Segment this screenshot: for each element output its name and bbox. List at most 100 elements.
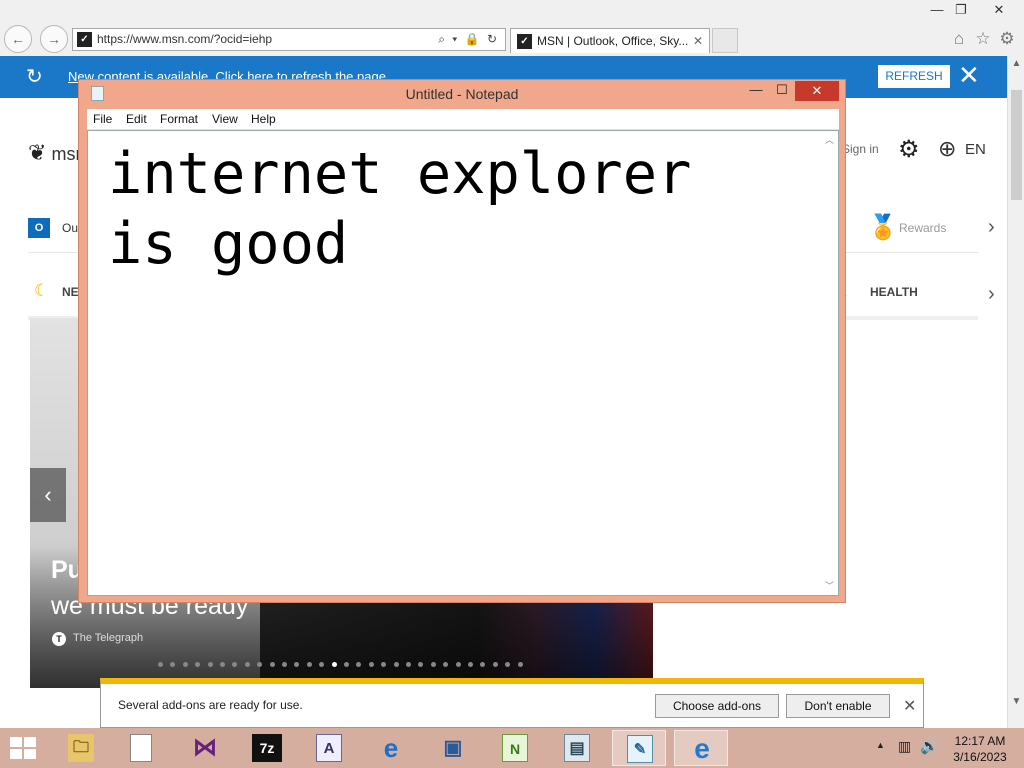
taskbar-7zip[interactable]: 7z xyxy=(240,730,294,766)
carousel-dot[interactable] xyxy=(331,662,337,667)
visual-studio-icon: ⋈ xyxy=(193,734,217,761)
telegraph-logo-icon: T xyxy=(52,632,66,646)
tray-show-hidden-icon[interactable]: ▲ xyxy=(876,740,885,750)
taskbar-visual-studio[interactable]: ⋈ xyxy=(178,730,232,766)
notepad-content[interactable]: internet explorer is good xyxy=(108,139,691,279)
taskbar-blank-document[interactable] xyxy=(116,730,170,766)
notification-close-icon[interactable]: ✕ xyxy=(903,696,916,716)
forward-arrow-icon[interactable]: → xyxy=(40,25,68,53)
menu-view[interactable]: View xyxy=(212,112,238,126)
menu-file[interactable]: File xyxy=(93,112,112,126)
notepad-maximize-button[interactable]: ☐ xyxy=(769,81,795,101)
notepad-window[interactable]: Untitled - Notepad — ☐ ✕ File Edit Forma… xyxy=(78,79,846,603)
notepad-close-button[interactable]: ✕ xyxy=(795,81,839,101)
msn-favicon-icon: ✓ xyxy=(77,32,92,47)
rewards-medal-icon[interactable]: 🏅 xyxy=(868,213,898,242)
blank-document-icon xyxy=(130,734,152,762)
taskbar-ie-update[interactable]: e xyxy=(364,730,418,766)
carousel-dot[interactable] xyxy=(455,662,461,667)
msn-favicon-icon: ✓ xyxy=(517,34,532,49)
home-icon[interactable]: ⌂ xyxy=(948,28,970,50)
refresh-button[interactable]: REFRESH xyxy=(878,65,950,88)
carousel-dot[interactable] xyxy=(492,662,498,667)
carousel-dot[interactable] xyxy=(220,662,225,667)
taskbar: 🗀 ⋈ 7z A e ▣ N ▤ ✎ e ▲ ▥ 🔊 12:17 AM 3/16… xyxy=(0,728,1024,768)
clock-date[interactable]: 3/16/2023 xyxy=(944,750,1016,764)
tools-gear-icon[interactable]: ⚙ xyxy=(996,28,1018,50)
back-arrow-icon[interactable]: ← xyxy=(4,25,32,53)
choose-addons-button[interactable]: Choose add-ons xyxy=(655,694,779,718)
category-news[interactable]: NE xyxy=(62,285,79,299)
windows-start-icon[interactable] xyxy=(10,737,36,759)
notepad-minimize-button[interactable]: — xyxy=(743,81,769,101)
scrollbar-thumb[interactable] xyxy=(1011,90,1022,200)
tab-msn[interactable]: ✓ MSN | Outlook, Office, Sky... ✕ xyxy=(510,28,710,53)
menu-help[interactable]: Help xyxy=(251,112,276,126)
address-url[interactable]: https://www.msn.com/?ocid=iehp xyxy=(97,32,272,46)
taskbar-notepad[interactable]: ✎ xyxy=(612,730,666,766)
notepad-plus-plus-icon: N xyxy=(502,734,528,762)
notepad-scroll-down-icon[interactable]: ﹀ xyxy=(821,579,838,592)
carousel-dot[interactable] xyxy=(430,662,436,667)
apps-next-chevron-icon[interactable]: › xyxy=(988,216,995,239)
carousel-dot[interactable] xyxy=(244,662,250,667)
scroll-down-icon[interactable]: ▼ xyxy=(1008,696,1024,707)
taskbar-file-explorer[interactable]: 🗀 xyxy=(54,730,108,766)
volume-icon[interactable]: 🔊 xyxy=(920,737,939,755)
rewards-label[interactable]: Rewards xyxy=(899,221,946,235)
7zip-icon: 7z xyxy=(252,734,282,762)
carousel-dot[interactable] xyxy=(282,662,287,667)
notepad-taskbar-icon: ✎ xyxy=(627,735,653,763)
categories-next-chevron-icon[interactable]: › xyxy=(988,283,995,306)
msn-logo[interactable]: ❦ msn xyxy=(28,140,85,166)
settings-gear-icon[interactable]: ⚙ xyxy=(898,135,920,164)
browser-restore-button[interactable]: ❐ xyxy=(944,0,978,20)
carousel-dot[interactable] xyxy=(207,662,213,667)
ie-update-icon: e xyxy=(383,733,399,763)
carousel-dot[interactable] xyxy=(368,662,374,667)
page-scrollbar[interactable]: ▲ ▼ xyxy=(1007,56,1024,728)
sign-in-link[interactable]: Sign in xyxy=(842,142,879,156)
carousel-dot[interactable] xyxy=(182,662,188,667)
carousel-dot[interactable] xyxy=(269,662,275,667)
browser-close-button[interactable]: ✕ xyxy=(982,0,1016,20)
outlook-label[interactable]: Ou xyxy=(62,221,78,235)
globe-icon[interactable]: ⊕ xyxy=(938,136,956,162)
carousel-dot[interactable] xyxy=(406,662,411,667)
refresh-icon[interactable]: ↻ xyxy=(26,64,43,89)
banner-close-icon[interactable]: ✕ xyxy=(958,61,980,89)
menu-format[interactable]: Format xyxy=(160,112,198,126)
tab-close-icon[interactable]: ✕ xyxy=(693,29,703,53)
notepad-text-area[interactable]: internet explorer is good ︿ ﹀ xyxy=(87,130,839,596)
notification-text: Several add-ons are ready for use. xyxy=(118,698,303,712)
notepad-scroll-up-icon[interactable]: ︿ xyxy=(821,133,838,146)
scroll-up-icon[interactable]: ▲ xyxy=(1008,58,1024,69)
address-tools-icons[interactable]: ⌕ ▾ 🔒 ↻ xyxy=(438,29,499,50)
taskbar-internet-explorer[interactable]: e xyxy=(674,730,728,766)
network-icon[interactable]: ▥ xyxy=(898,738,911,755)
system-app-icon: ▤ xyxy=(564,734,590,762)
taskbar-security-tool[interactable]: ▣ xyxy=(426,730,480,766)
category-health[interactable]: HEALTH xyxy=(870,285,918,299)
security-tool-icon: ▣ xyxy=(443,737,463,759)
taskbar-text-editor[interactable]: A xyxy=(302,730,356,766)
language-selector[interactable]: EN xyxy=(965,141,986,158)
new-tab-button[interactable] xyxy=(712,28,738,53)
carousel-dot[interactable] xyxy=(306,662,312,667)
outlook-icon[interactable]: O xyxy=(28,218,50,238)
carousel-dot[interactable] xyxy=(468,662,473,667)
dont-enable-button[interactable]: Don't enable xyxy=(786,694,890,718)
carousel-dot[interactable] xyxy=(344,662,349,667)
taskbar-notepad-plus-plus[interactable]: N xyxy=(488,730,542,766)
carousel-dot[interactable] xyxy=(517,662,523,667)
address-bar[interactable]: ✓ https://www.msn.com/?ocid=iehp ⌕ ▾ 🔒 ↻ xyxy=(72,28,506,51)
carousel-prev-chevron-icon[interactable]: ‹ xyxy=(30,468,66,522)
favorites-star-icon[interactable]: ☆ xyxy=(972,28,994,50)
menu-edit[interactable]: Edit xyxy=(126,112,147,126)
text-editor-icon: A xyxy=(316,734,342,762)
clock-time[interactable]: 12:17 AM xyxy=(944,734,1016,748)
carousel-dot[interactable] xyxy=(158,662,163,667)
notepad-scrollbar[interactable]: ︿ ﹀ xyxy=(821,131,838,595)
carousel-dot[interactable] xyxy=(393,662,399,667)
taskbar-system-app[interactable]: ▤ xyxy=(550,730,604,766)
